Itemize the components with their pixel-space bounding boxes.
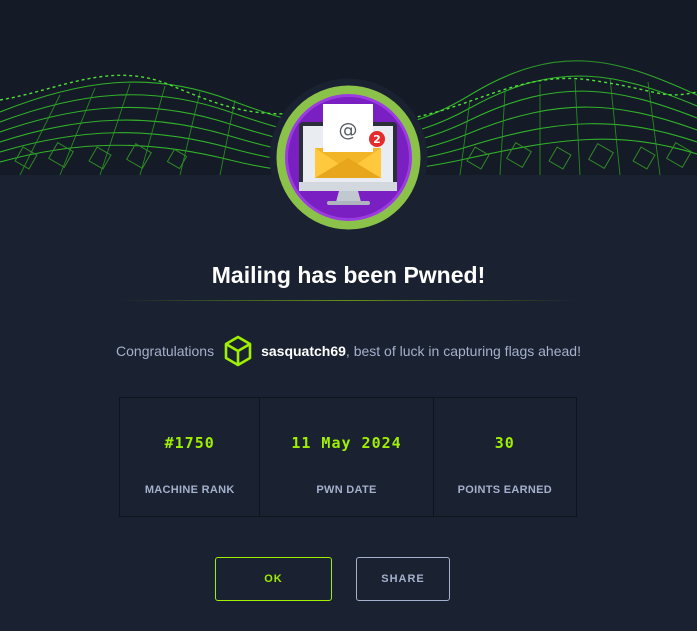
congrats-prefix: Congratulations	[116, 343, 215, 359]
congratulations-message: Congratulations sasquatch69 , best of lu…	[0, 333, 697, 369]
stat-pwn-date: 11 May 2024 PWN DATE	[259, 398, 432, 516]
machine-avatar: @ 2	[269, 78, 428, 237]
ok-button[interactable]: OK	[215, 557, 332, 601]
stats-panel: #1750 MACHINE RANK 11 May 2024 PWN DATE …	[119, 397, 577, 517]
machine-rank-label: MACHINE RANK	[144, 484, 235, 496]
at-symbol-icon: @	[339, 119, 358, 141]
page-title: Mailing has been Pwned!	[211, 262, 486, 288]
stat-points-earned: 30 POINTS EARNED	[432, 398, 576, 516]
notification-count-badge: 2	[373, 133, 381, 146]
points-earned-label: POINTS EARNED	[457, 484, 552, 496]
congrats-suffix: , best of luck in capturing flags ahead!	[345, 343, 581, 359]
pwn-date-value: 11 May 2024	[291, 434, 402, 452]
points-earned-value: 30	[494, 434, 515, 452]
share-button[interactable]: SHARE	[356, 557, 450, 601]
machine-rank-value: #1750	[164, 434, 215, 452]
title-divider	[118, 300, 578, 301]
stat-machine-rank: #1750 MACHINE RANK	[120, 398, 259, 516]
pwn-date-label: PWN DATE	[316, 484, 377, 496]
green-cube-icon	[223, 335, 253, 367]
username-link[interactable]: sasquatch69	[261, 343, 346, 359]
